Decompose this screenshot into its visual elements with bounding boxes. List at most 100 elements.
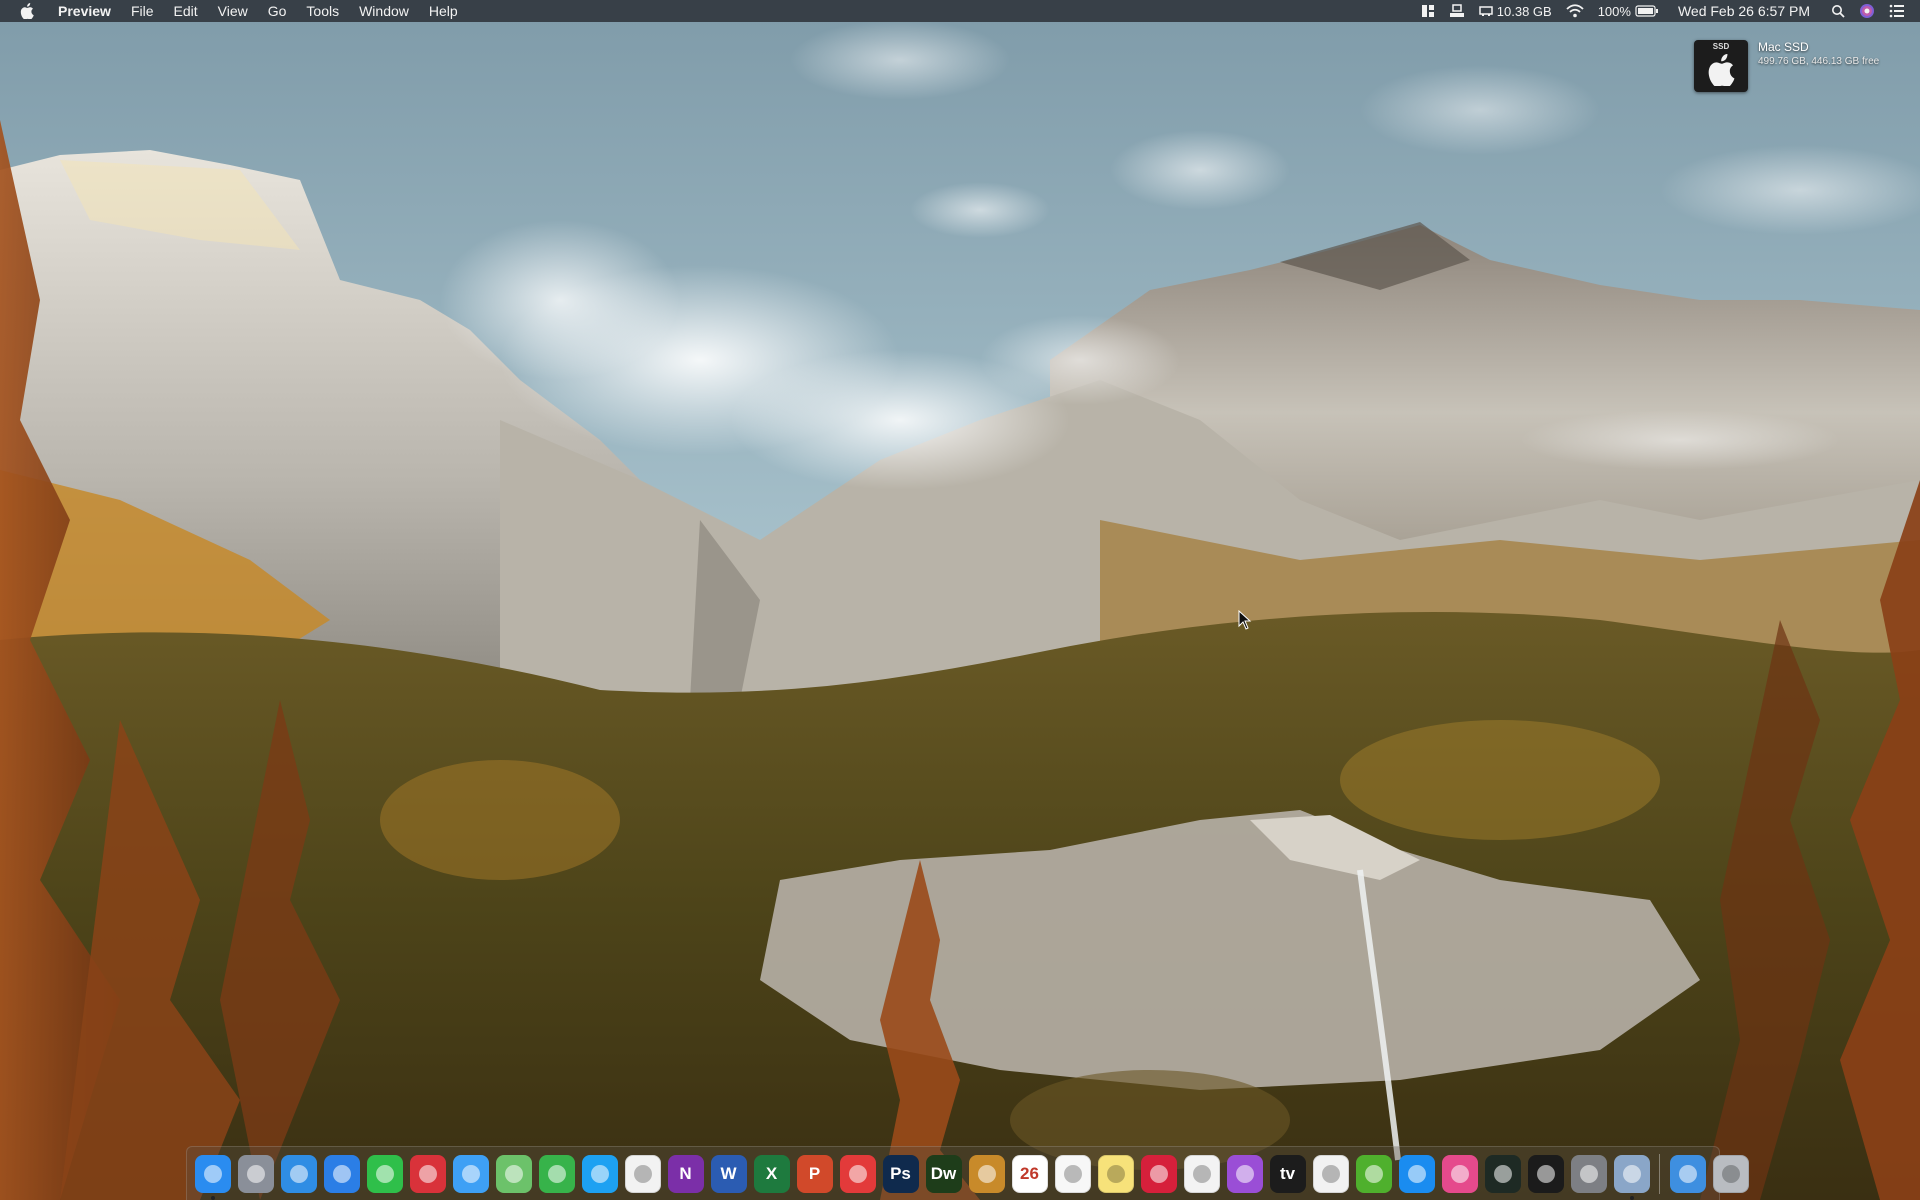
dock-cleanmymac-symbol — [1450, 1164, 1469, 1183]
menu-tools[interactable]: Tools — [296, 0, 349, 22]
dock-apple-tv-glyph: tv — [1279, 1164, 1296, 1183]
dock-dreamweaver-glyph: Dw — [930, 1164, 957, 1183]
disk-name: Mac SSD — [1758, 40, 1809, 54]
memory-value: 10.38 GB — [1496, 3, 1552, 19]
dock-system-preferences-symbol — [1579, 1164, 1598, 1183]
menu-go[interactable]: Go — [258, 0, 297, 22]
dock-mail-symbol — [332, 1164, 351, 1183]
dock-apple-tv-icon[interactable]: tv — [1269, 1154, 1306, 1193]
dock-podcasts-symbol — [1235, 1164, 1254, 1183]
menu-help[interactable]: Help — [419, 0, 468, 22]
dock-excel-icon[interactable]: X — [753, 1154, 790, 1193]
desktop-disk-mac-ssd[interactable]: SSD Mac SSD 499.76 GB, 446.13 GB free — [1694, 40, 1879, 92]
dock-activity-monitor-symbol — [1493, 1164, 1512, 1183]
dock-activity-monitor-icon[interactable] — [1484, 1154, 1521, 1193]
spotlight-icon[interactable] — [1831, 4, 1845, 18]
dock-photo-booth-symbol — [418, 1164, 437, 1183]
dock-messages-symbol — [461, 1164, 480, 1183]
battery-status[interactable]: 100% — [1598, 4, 1659, 19]
dock-calendar-icon[interactable]: 26 — [1011, 1154, 1048, 1193]
dock-powerpoint-glyph: P — [808, 1164, 821, 1183]
dock-finder-icon[interactable] — [194, 1154, 231, 1200]
mouse-cursor-icon — [1238, 610, 1252, 630]
menu-file[interactable]: File — [121, 0, 164, 22]
dock-garageband-icon[interactable] — [968, 1154, 1005, 1193]
memory-icon — [1479, 6, 1493, 16]
dock-maps-icon[interactable] — [495, 1154, 532, 1193]
apple-menu-icon[interactable] — [20, 2, 36, 20]
dock-photos-symbol — [633, 1164, 652, 1183]
dock-photos-icon[interactable] — [624, 1154, 661, 1193]
dock-onenote-icon[interactable]: N — [667, 1154, 704, 1193]
dock-pdf-expert-symbol — [848, 1164, 867, 1183]
dock-running-indicator — [210, 1195, 215, 1200]
menu-clock[interactable]: Wed Feb 26 6:57 PM — [1678, 3, 1810, 19]
menu-app-name[interactable]: Preview — [54, 0, 121, 22]
dock-excel-glyph: X — [765, 1164, 778, 1183]
dock-word-icon[interactable]: W — [710, 1154, 747, 1193]
dock-preview-icon[interactable] — [1613, 1154, 1650, 1200]
menu-view[interactable]: View — [208, 0, 258, 22]
dock-pdf-expert-icon[interactable] — [839, 1154, 876, 1193]
dock-dreamweaver-icon[interactable]: Dw — [925, 1154, 962, 1193]
disk-space: 499.76 GB, 446.13 GB free — [1758, 56, 1880, 67]
dock-launchpad-icon[interactable] — [237, 1154, 274, 1193]
dock-onenote-glyph: N — [679, 1164, 692, 1183]
dock-powerpoint-icon[interactable]: P — [796, 1154, 833, 1193]
dock-twitter-icon[interactable] — [581, 1154, 618, 1193]
dock-garageband-symbol — [977, 1164, 996, 1183]
dock-stacks — [1666, 1154, 1752, 1193]
dock-music-symbol — [1192, 1164, 1211, 1183]
dock-notes-symbol — [1106, 1164, 1125, 1183]
dock-twitter-symbol — [590, 1164, 609, 1183]
dock-word-glyph: W — [720, 1164, 737, 1183]
grid-icon[interactable] — [1421, 4, 1435, 18]
dock-trash-symbol — [1721, 1164, 1740, 1183]
dock-safari-icon[interactable] — [280, 1154, 317, 1193]
dock: N W X P Ps Dw 26 tv — [186, 1146, 1749, 1200]
menu-window[interactable]: Window — [349, 0, 419, 22]
notification-center-icon[interactable] — [1889, 4, 1905, 18]
dock-news-icon[interactable] — [1312, 1154, 1349, 1193]
dock-music-icon[interactable] — [1183, 1154, 1220, 1193]
dock-downloads-stack-symbol — [1678, 1164, 1697, 1183]
dock-podcasts-icon[interactable] — [1226, 1154, 1263, 1193]
menu-edit[interactable]: Edit — [164, 0, 208, 22]
dock-downloads-stack-icon[interactable] — [1669, 1154, 1706, 1193]
dock-apps: N W X P Ps Dw 26 tv — [191, 1154, 1653, 1200]
dock-photo-booth-icon[interactable] — [409, 1154, 446, 1193]
dock-launchpad-symbol — [246, 1164, 265, 1183]
dock-system-preferences-icon[interactable] — [1570, 1154, 1607, 1193]
dock-app-store-icon[interactable] — [1398, 1154, 1435, 1193]
dock-utorrent-icon[interactable] — [1355, 1154, 1392, 1193]
dock-iheartradio-icon[interactable] — [1140, 1154, 1177, 1193]
dock-iheartradio-symbol — [1149, 1164, 1168, 1183]
dock-facetime-icon[interactable] — [366, 1154, 403, 1193]
dock-facetime-symbol — [375, 1164, 394, 1183]
dock-find-my-symbol — [547, 1164, 566, 1183]
dock-app-store-symbol — [1407, 1164, 1426, 1183]
dock-utorrent-symbol — [1364, 1164, 1383, 1183]
display-icon[interactable] — [1449, 4, 1465, 18]
dock-cleanmymac-icon[interactable] — [1441, 1154, 1478, 1193]
desktop-wallpaper — [0, 0, 1920, 1200]
memory-status[interactable]: 10.38 GB — [1479, 4, 1552, 19]
dock-running-indicator — [1629, 1195, 1634, 1200]
dock-maps-symbol — [504, 1164, 523, 1183]
dock-photoshop-icon[interactable]: Ps — [882, 1154, 919, 1193]
wifi-icon[interactable] — [1566, 4, 1584, 18]
dock-trash-icon[interactable] — [1712, 1154, 1749, 1193]
dock-messages-icon[interactable] — [452, 1154, 489, 1193]
siri-icon[interactable] — [1859, 3, 1875, 19]
disk-badge: SSD — [1712, 42, 1730, 51]
dock-news-symbol — [1321, 1164, 1340, 1183]
dock-find-my-icon[interactable] — [538, 1154, 575, 1193]
dock-terminal-icon[interactable] — [1527, 1154, 1564, 1193]
dock-reminders-symbol — [1063, 1164, 1082, 1183]
dock-notes-icon[interactable] — [1097, 1154, 1134, 1193]
dock-mail-icon[interactable] — [323, 1154, 360, 1193]
dock-photoshop-glyph: Ps — [890, 1164, 911, 1183]
menu-bar: Preview File Edit View Go Tools Window H… — [0, 0, 1920, 22]
dock-reminders-icon[interactable] — [1054, 1154, 1091, 1193]
dock-separator — [1659, 1153, 1660, 1194]
